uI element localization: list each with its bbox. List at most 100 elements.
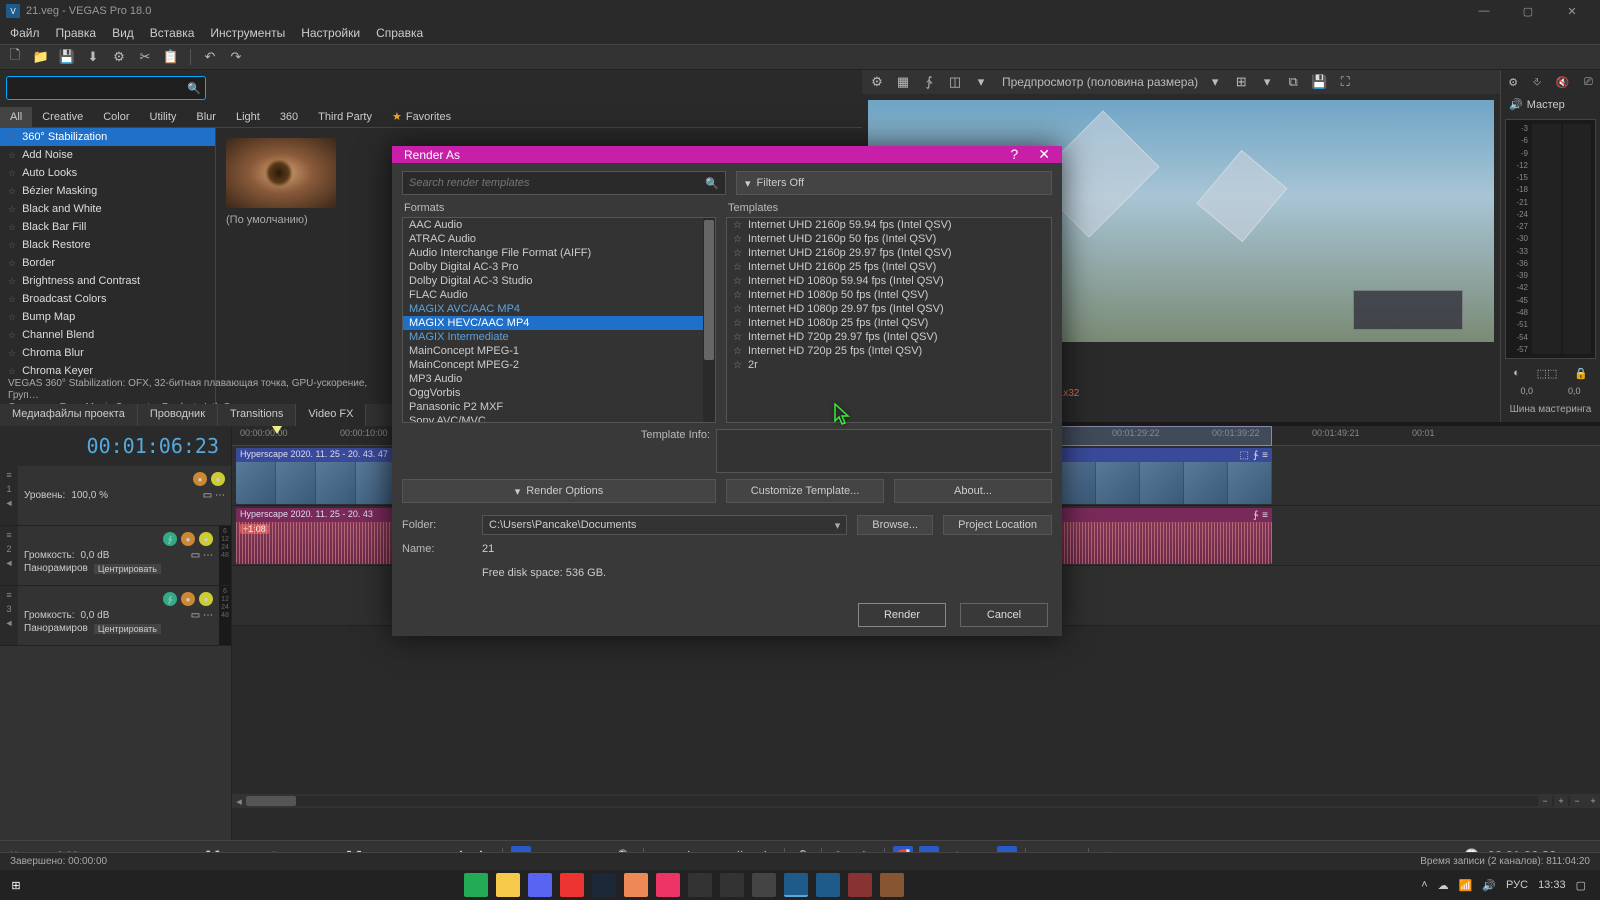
clip-menu-icon[interactable]: ≡ <box>1262 510 1268 521</box>
cancel-button[interactable]: Cancel <box>960 603 1048 627</box>
master-gear-icon[interactable]: ⚙ <box>1508 76 1518 89</box>
search-icon[interactable]: 🔍 <box>705 177 719 190</box>
render-button[interactable]: Render <box>858 603 946 627</box>
fx-tab-all[interactable]: All <box>0 107 32 127</box>
taskbar-app[interactable] <box>816 873 840 897</box>
dialog-titlebar[interactable]: Render As ? ✕ <box>392 146 1062 163</box>
menu-edit[interactable]: Правка <box>56 26 97 40</box>
audio-clip-2[interactable]: ∱≡ <box>1052 508 1272 564</box>
format-item[interactable]: Dolby Digital AC-3 Studio <box>403 274 703 288</box>
fx-tab-color[interactable]: Color <box>93 107 139 127</box>
taskbar-app[interactable] <box>720 873 744 897</box>
format-item[interactable]: MAGIX HEVC/AAC MP4 <box>403 316 703 330</box>
taskbar-app[interactable] <box>880 873 904 897</box>
fx-list-item[interactable]: ☆Broadcast Colors <box>0 290 215 308</box>
taskbar-app[interactable] <box>592 873 616 897</box>
format-item[interactable]: ATRAC Audio <box>403 232 703 246</box>
menu-file[interactable]: Файл <box>10 26 40 40</box>
tab-transitions[interactable]: Transitions <box>218 404 296 426</box>
track-header-video-1[interactable]: ≡1◄ ●● Уровень:100,0 %▭ ⋯ <box>0 466 231 526</box>
fx-search[interactable]: 🔍 <box>6 76 206 100</box>
menu-tools[interactable]: Инструменты <box>210 26 285 40</box>
track-mute-icon[interactable]: ● <box>181 592 195 606</box>
maximize-button[interactable]: ▢ <box>1506 0 1550 22</box>
tab-video-fx[interactable]: Video FX <box>296 404 366 426</box>
clip-menu-icon[interactable]: ≡ <box>1262 450 1268 461</box>
template-item[interactable]: ☆Internet UHD 2160p 29.97 fps (Intel QSV… <box>727 246 1051 260</box>
fx-list-item[interactable]: ☆Add Noise <box>0 146 215 164</box>
fx-list-item[interactable]: ☆Black and White <box>0 200 215 218</box>
taskbar-app[interactable] <box>656 873 680 897</box>
lock-icon[interactable]: 🔒 <box>1574 367 1588 380</box>
track-level-value[interactable]: 100,0 % <box>71 490 108 501</box>
start-button[interactable]: ⊞ <box>4 873 28 897</box>
fx-list-item[interactable]: ☆Black Restore <box>0 236 215 254</box>
format-item[interactable]: MainConcept MPEG-2 <box>403 358 703 372</box>
tab-project-media[interactable]: Медиафайлы проекта <box>0 404 138 426</box>
tray-expand-icon[interactable]: ˄ <box>1421 879 1427 891</box>
chevron-down-icon[interactable]: ▾ <box>1206 73 1224 91</box>
format-item[interactable]: OggVorbis <box>403 386 703 400</box>
favorite-star-icon[interactable]: ☆ <box>733 234 742 245</box>
favorite-star-icon[interactable]: ☆ <box>733 346 742 357</box>
tray-network-icon[interactable]: 📶 <box>1459 879 1473 892</box>
track-fx-icon[interactable]: ∱ <box>163 592 177 606</box>
cut-icon[interactable]: ✂ <box>136 48 154 66</box>
tab-explorer[interactable]: Проводник <box>138 404 218 426</box>
menu-help[interactable]: Справка <box>376 26 423 40</box>
tray-notifications-icon[interactable]: ▢ <box>1576 879 1586 892</box>
fx-list-item[interactable]: ☆Border <box>0 254 215 272</box>
tray-icon[interactable]: ☁ <box>1438 879 1449 892</box>
about-button[interactable]: About... <box>894 479 1052 503</box>
zoom-v-out-icon[interactable]: − <box>1570 794 1584 808</box>
customize-template-button[interactable]: Customize Template... <box>726 479 884 503</box>
fx-list-item[interactable]: ☆Bump Map <box>0 308 215 326</box>
video-clip-2[interactable]: ⬚∱≡ <box>1052 448 1272 504</box>
format-item[interactable]: Dolby Digital AC-3 Pro <box>403 260 703 274</box>
fx-tab-360[interactable]: 360 <box>270 107 308 127</box>
preview-copy-icon[interactable]: ⧉ <box>1284 73 1302 91</box>
favorite-star-icon[interactable]: ☆ <box>733 332 742 343</box>
search-icon[interactable]: 🔍 <box>187 82 201 95</box>
browse-button[interactable]: Browse... <box>857 515 933 535</box>
format-item[interactable]: FLAC Audio <box>403 288 703 302</box>
clip-fx-icon[interactable]: ∱ <box>1253 510 1258 521</box>
preview-fx-icon[interactable]: ∱ <box>920 73 938 91</box>
master-mute-icon[interactable]: 🔇 <box>1556 76 1570 89</box>
save-icon[interactable]: 💾 <box>58 48 76 66</box>
track-solo-icon[interactable]: ● <box>211 472 225 486</box>
taskbar-app[interactable] <box>688 873 712 897</box>
scroll-thumb[interactable] <box>246 796 296 806</box>
preview-grid-icon[interactable]: ⊞ <box>1232 73 1250 91</box>
favorite-star-icon[interactable]: ☆ <box>733 304 742 315</box>
track-solo-icon[interactable]: ● <box>199 592 213 606</box>
fx-tab-creative[interactable]: Creative <box>32 107 93 127</box>
fx-list-item[interactable]: ☆Chroma Blur <box>0 344 215 362</box>
clip-pan-icon[interactable]: ⬚ <box>1239 450 1248 461</box>
close-button[interactable]: ✕ <box>1550 0 1594 22</box>
favorite-star-icon[interactable]: ☆ <box>733 248 742 259</box>
fx-list-item[interactable]: ☆Bézier Masking <box>0 182 215 200</box>
fx-preset-thumb[interactable] <box>226 138 336 208</box>
track-solo-icon[interactable]: ● <box>199 532 213 546</box>
tray-volume-icon[interactable]: 🔊 <box>1482 879 1496 892</box>
preview-split-icon[interactable]: ◫ <box>946 73 964 91</box>
zoom-v-in-icon[interactable]: + <box>1586 794 1600 808</box>
fx-tab-blur[interactable]: Blur <box>186 107 226 127</box>
open-icon[interactable]: 📁 <box>32 48 50 66</box>
preview-overlay-icon[interactable]: ▦ <box>894 73 912 91</box>
fx-search-input[interactable] <box>11 82 187 94</box>
scroll-thumb[interactable] <box>704 220 714 360</box>
format-item[interactable]: MAGIX Intermediate <box>403 330 703 344</box>
master-insert-icon[interactable]: ⎀ <box>1533 76 1542 89</box>
template-item[interactable]: ☆Internet HD 1080p 59.94 fps (Intel QSV) <box>727 274 1051 288</box>
favorite-star-icon[interactable]: ☆ <box>733 262 742 273</box>
templates-list[interactable]: ☆Internet UHD 2160p 59.94 fps (Intel QSV… <box>726 217 1052 423</box>
render-search-input[interactable] <box>409 177 705 189</box>
render-search[interactable]: 🔍 <box>402 171 726 195</box>
taskbar-app[interactable] <box>528 873 552 897</box>
menu-insert[interactable]: Вставка <box>150 26 195 40</box>
track-mute-icon[interactable]: ● <box>193 472 207 486</box>
fx-list-item[interactable]: ☆Black Bar Fill <box>0 218 215 236</box>
tray-time[interactable]: 13:33 <box>1538 879 1566 891</box>
